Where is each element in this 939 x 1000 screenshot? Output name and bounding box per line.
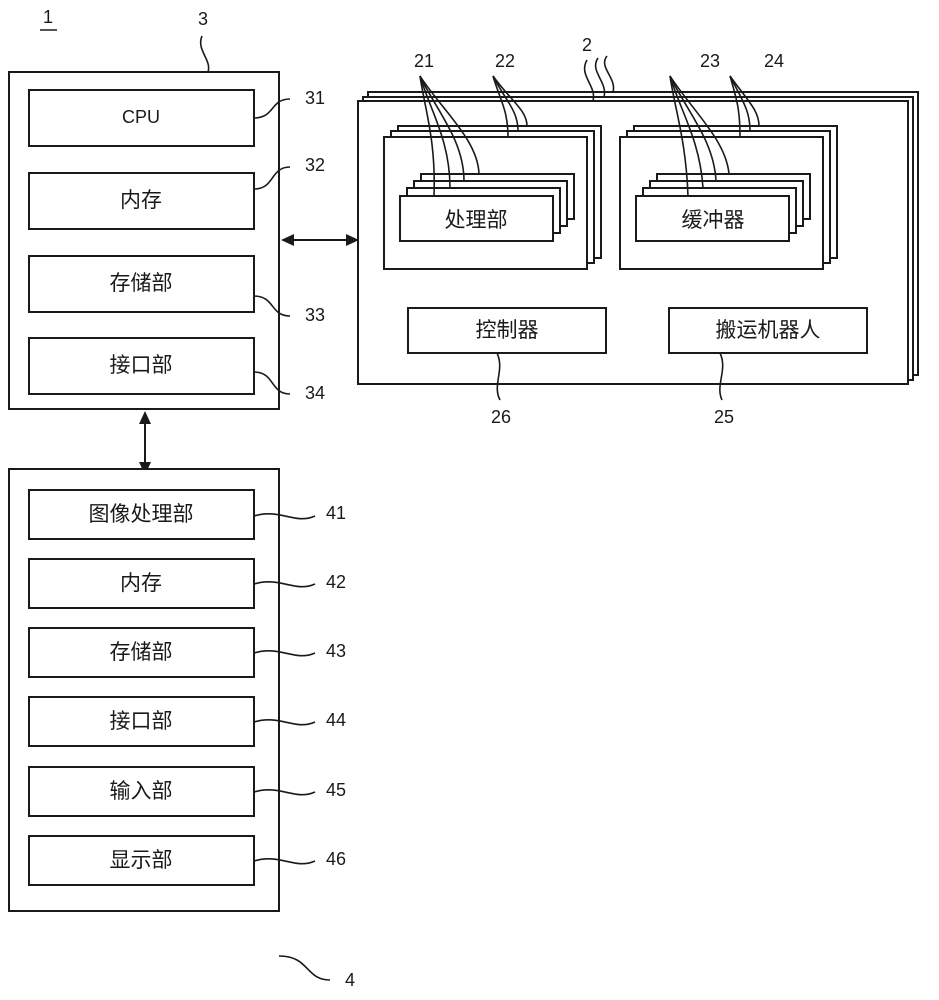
interface-label: 接口部 — [110, 353, 173, 377]
image-processing-unit-leader — [278, 955, 331, 981]
buffer-module: 24 缓冲器 23 — [619, 51, 838, 270]
imaging-memory-label: 内存 — [120, 571, 162, 595]
block-diagram: 1 3 CPU 31 内存 32 存储部 33 接口部 34 2 22 处理部 … — [8, 7, 919, 990]
controller-unit-leader — [199, 35, 210, 73]
display-label: 显示部 — [110, 848, 173, 872]
imaging-interface-block: 接口部 44 — [28, 696, 346, 747]
imaging-memory-ref: 42 — [326, 572, 346, 592]
cpu-block: CPU 31 — [28, 88, 325, 147]
buffer-module-ref: 24 — [764, 51, 784, 71]
substrate-processing-apparatus: 2 22 处理部 21 24 缓冲器 23 控制器 26 搬运机器人 25 — [357, 35, 919, 427]
processing-module-ref: 22 — [495, 51, 515, 71]
figure-ref-label: 1 — [43, 7, 53, 27]
interface-ref: 34 — [305, 383, 325, 403]
transfer-robot-label: 搬运机器人 — [716, 318, 821, 342]
buffer-label: 缓冲器 — [682, 208, 745, 232]
controller-ref: 26 — [491, 407, 511, 427]
buffer-ref: 23 — [700, 51, 720, 71]
cpu-ref: 31 — [305, 88, 325, 108]
processing-unit-ref: 21 — [414, 51, 434, 71]
imaging-storage-label: 存储部 — [110, 640, 173, 664]
image-processing-block: 图像处理部 41 — [28, 489, 346, 540]
processing-module: 22 处理部 21 — [383, 51, 602, 270]
storage-ref: 33 — [305, 305, 325, 325]
display-ref: 46 — [326, 849, 346, 869]
controller-label: 控制器 — [476, 318, 539, 342]
imaging-memory-block: 内存 42 — [28, 558, 346, 609]
transfer-robot-ref: 25 — [714, 407, 734, 427]
apparatus-ref: 2 — [582, 35, 592, 55]
memory-label: 内存 — [120, 188, 162, 212]
image-processing-unit: 4 图像处理部 41 内存 42 存储部 43 接口部 44 输入部 45 显示… — [8, 468, 355, 990]
image-processing-label: 图像处理部 — [89, 502, 194, 526]
display-block: 显示部 46 — [28, 835, 346, 886]
link-controller-imaging — [139, 411, 151, 475]
imaging-storage-ref: 43 — [326, 641, 346, 661]
image-processing-ref: 41 — [326, 503, 346, 523]
image-processing-unit-ref: 4 — [345, 970, 355, 990]
input-ref: 45 — [326, 780, 346, 800]
imaging-interface-label: 接口部 — [110, 709, 173, 733]
imaging-storage-block: 存储部 43 — [28, 627, 346, 678]
cpu-label: CPU — [122, 107, 160, 127]
link-controller-apparatus — [281, 234, 359, 246]
storage-label: 存储部 — [110, 271, 173, 295]
processing-unit-label: 处理部 — [445, 208, 508, 232]
controller-unit-ref: 3 — [198, 9, 208, 29]
input-label: 输入部 — [110, 779, 173, 803]
imaging-interface-ref: 44 — [326, 710, 346, 730]
apparatus-leader-3 — [603, 55, 615, 93]
memory-ref: 32 — [305, 155, 325, 175]
controller-unit: 3 CPU 31 内存 32 存储部 33 接口部 34 — [8, 9, 325, 410]
arrow-head-left-icon — [281, 234, 294, 246]
arrow-head-up-icon — [139, 411, 151, 424]
interface-block: 接口部 34 — [28, 337, 325, 403]
input-block: 输入部 45 — [28, 766, 346, 817]
